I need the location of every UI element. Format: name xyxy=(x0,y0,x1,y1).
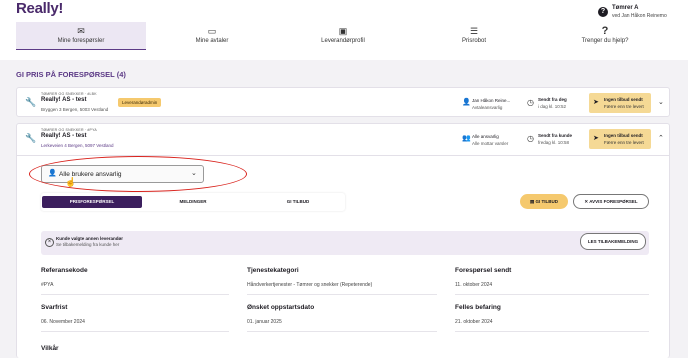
sliders-icon: ☰ xyxy=(469,26,479,36)
responsible-role: Alle mottar varsler xyxy=(472,141,509,146)
field-value: 01. januar 2025 xyxy=(247,319,282,325)
field-label: Vilkår xyxy=(41,345,59,352)
divider xyxy=(41,331,229,332)
user-subtitle: ved Jan Håkon Reinemo xyxy=(612,13,667,19)
clock-icon: ◷ xyxy=(527,98,534,107)
nav-tab-mine-foresporsler[interactable]: ✉ Mine forespørsler xyxy=(16,22,146,50)
close-circle-icon: × xyxy=(45,238,54,247)
field-label: Felles befaring xyxy=(455,304,501,311)
feedback-notice: × Kunde valgte annen leverandør Se tilba… xyxy=(41,231,649,255)
sent-time: i dag kl. 10:52 xyxy=(538,104,567,109)
request-row[interactable]: 🔧 TØMRER OG SNEKKER · #LBK Really! AS - … xyxy=(17,88,669,118)
nav-tab-label: Mine forespørsler xyxy=(57,38,105,44)
notice-title: Kunde valgte annen leverandør xyxy=(56,236,124,241)
person-icon: 👥 xyxy=(462,135,471,142)
nav-tab-leverandorprofil[interactable]: ▣ Leverandørprofil xyxy=(278,22,408,50)
field-value: 11. oktober 2024 xyxy=(455,282,493,288)
request-address[interactable]: Lerkeveien 4 Bergen, 5097 Vestland xyxy=(41,143,114,148)
offer-status-sub: Færre enn tre levert xyxy=(604,140,644,145)
field-value: Håndverkertjenester - Tømrer og snekker … xyxy=(247,282,373,288)
offer-status: ➤ Ingen tilbud sendt Færre enn tre lever… xyxy=(589,129,651,149)
tray-icon: ▭ xyxy=(207,26,217,36)
inbox-icon: ✉ xyxy=(77,26,85,36)
divider xyxy=(41,294,229,295)
question-icon: ? xyxy=(601,25,609,37)
request-company: Really! AS - test xyxy=(41,97,87,103)
notice-text: Se tilbakemelding fra kunde her xyxy=(56,242,120,247)
user-name: Tømrer A xyxy=(612,5,639,11)
request-card-expanded: 🔧 TØMRER OG SNEKKER · #PYA Really! AS - … xyxy=(16,123,670,358)
user-menu[interactable]: ? Tømrer A ved Jan Håkon Reinemo xyxy=(598,4,667,20)
profile-card-icon: ▣ xyxy=(338,26,348,36)
field-label: Svarfrist xyxy=(41,304,68,311)
reject-request-button[interactable]: ✕ AVVIS FORESPØRSEL xyxy=(573,194,649,209)
offer-status-sub: Færre enn tre levert xyxy=(604,104,644,109)
send-plane-icon: ➤ xyxy=(593,135,599,142)
clock-icon: ◷ xyxy=(527,134,534,143)
nav-tab-label: Mine avtaler xyxy=(195,38,229,44)
divider xyxy=(247,294,437,295)
request-category: TØMRER OG SNEKKER · #LBK xyxy=(41,92,97,96)
request-company: Really! AS - test xyxy=(41,133,87,139)
nav-tab-mine-avtaler[interactable]: ▭ Mine avtaler xyxy=(147,22,277,50)
responsible-name: Jan Håkon Reine... xyxy=(472,98,511,103)
person-icon: 👤 xyxy=(462,99,471,106)
sent-label: Sendt fra deg xyxy=(538,97,567,102)
section-title: GI PRIS PÅ FORESPØRSEL (4) xyxy=(16,70,126,79)
field-label: Ønsket oppstartsdato xyxy=(247,304,315,311)
field-value: 06. November 2024 xyxy=(41,319,85,325)
nav-tab-label: Trenger du hjelp? xyxy=(581,38,629,44)
give-offer-button[interactable]: ▤ GI TILBUD xyxy=(520,194,568,209)
sent-label: Sendt fra kunde xyxy=(538,133,573,138)
request-address: Bryggen 3 Bergen, 5003 Vestland xyxy=(41,107,109,112)
tab-gi-tilbud[interactable]: GI TILBUD xyxy=(263,196,333,208)
app-logo[interactable]: Really! xyxy=(16,0,63,17)
read-feedback-button[interactable]: LES TILBAKEMELDING xyxy=(580,233,646,250)
annotation-ellipse xyxy=(29,156,247,192)
field-label: Referansekode xyxy=(41,267,88,274)
nav-tab-help[interactable]: ? Trenger du hjelp? xyxy=(540,22,670,50)
divider xyxy=(455,331,649,332)
offer-status: ➤ Ingen tilbud sendt Færre enn tre lever… xyxy=(589,93,651,113)
nav-tab-prisrobot[interactable]: ☰ Prisrobot xyxy=(409,22,539,50)
nav-tab-label: Prisrobot xyxy=(461,38,486,44)
field-label: Tjenestekategori xyxy=(247,267,299,274)
responsible-role: Avtaleansvarlig xyxy=(472,105,503,110)
reject-label: AVVIS FORESPØRSEL xyxy=(589,199,638,204)
responsible-name: Alle ansvarlig xyxy=(472,134,499,139)
top-bar: Really! ? Tømrer A ved Jan Håkon Reinemo… xyxy=(0,0,688,60)
give-offer-label: GI TILBUD xyxy=(535,199,559,204)
wrench-icon: 🔧 xyxy=(25,97,37,107)
help-circle-icon: ? xyxy=(598,7,608,17)
request-row[interactable]: 🔧 TØMRER OG SNEKKER · #PYA Really! AS - … xyxy=(17,124,669,154)
offer-status-title: Ingen tilbud sendt xyxy=(604,133,643,138)
chevron-down-icon[interactable]: ⌄ xyxy=(658,98,664,106)
divider xyxy=(455,294,649,295)
subtab-bar: PRISFORESPØRSEL MELDINGER GI TILBUD xyxy=(41,193,345,211)
tab-prisforesporsel[interactable]: PRISFORESPØRSEL xyxy=(42,196,142,208)
field-value: #PYA xyxy=(41,282,54,288)
sent-time: fredag kl. 10:58 xyxy=(538,140,570,145)
nav-tab-label: Leverandørprofil xyxy=(321,38,365,44)
offer-status-title: Ingen tilbud sendt xyxy=(604,97,643,102)
request-category: TØMRER OG SNEKKER · #PYA xyxy=(41,128,97,132)
divider xyxy=(247,331,437,332)
chevron-up-icon[interactable]: ⌃ xyxy=(658,134,664,142)
wrench-icon: 🔧 xyxy=(25,133,37,143)
field-value: 21. oktober 2024 xyxy=(455,319,493,325)
role-badge: Leverandøradmin xyxy=(118,98,162,107)
request-card[interactable]: 🔧 TØMRER OG SNEKKER · #LBK Really! AS - … xyxy=(16,87,670,117)
tab-meldinger[interactable]: MELDINGER xyxy=(158,196,228,208)
field-label: Forespørsel sendt xyxy=(455,267,512,274)
send-plane-icon: ➤ xyxy=(593,99,599,106)
